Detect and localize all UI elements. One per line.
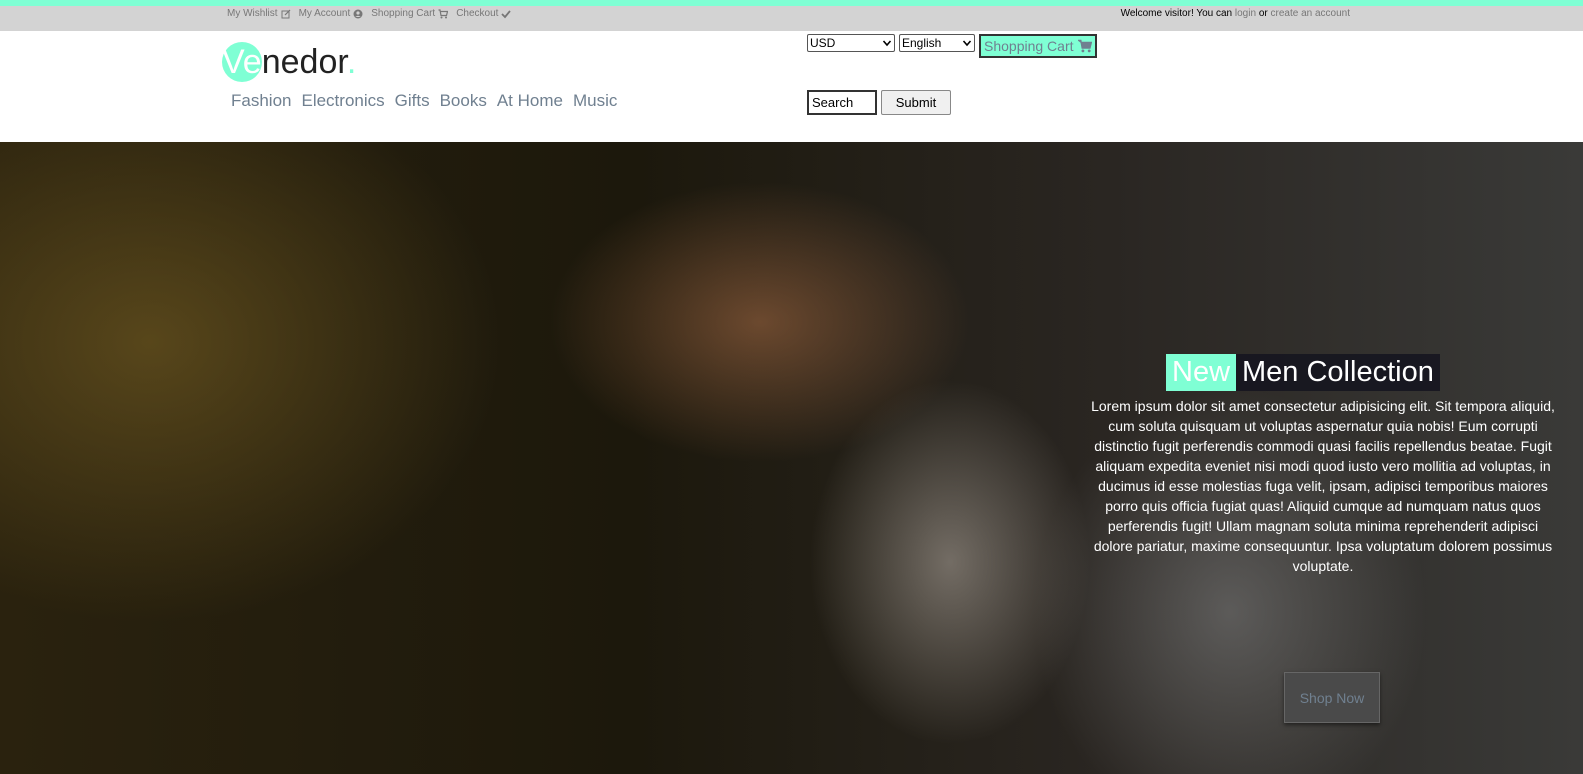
welcome-prefix: Welcome visitor! You can xyxy=(1120,8,1233,19)
nav-item-fashion[interactable]: Fashion xyxy=(231,91,291,111)
cart-icon xyxy=(1077,39,1092,53)
logo-dot: . xyxy=(346,43,357,81)
wishlist-link[interactable]: My Wishlist xyxy=(227,8,291,19)
edit-icon xyxy=(281,9,290,18)
topbar: My Wishlist My Account Shopping Cart Che… xyxy=(0,6,1583,31)
nav-item-music[interactable]: Music xyxy=(573,91,617,111)
currency-value: USD xyxy=(810,36,836,50)
create-account-link[interactable]: create an account xyxy=(1271,8,1351,19)
search-form: Submit xyxy=(807,90,951,115)
logo-ve: Ve xyxy=(222,43,262,81)
hero-title: New Men Collection xyxy=(1166,354,1440,391)
logo-text: Venedor. xyxy=(222,43,356,82)
shopping-cart-button[interactable]: Shopping Cart xyxy=(979,34,1097,58)
welcome-or: or xyxy=(1258,8,1268,19)
hero-title-highlight: New xyxy=(1166,354,1237,391)
checkout-label: Checkout xyxy=(456,8,499,19)
hero-title-rest: Men Collection xyxy=(1236,354,1440,391)
shop-now-button[interactable]: Shop Now xyxy=(1284,672,1380,723)
logo-rest: nedor xyxy=(261,43,347,81)
submit-button[interactable]: Submit xyxy=(881,90,951,115)
check-icon xyxy=(501,9,512,18)
currency-select[interactable]: USD xyxy=(807,34,895,52)
language-select[interactable]: English xyxy=(899,34,975,52)
topbar-cart-label: Shopping Cart xyxy=(371,8,436,19)
user-circle-icon xyxy=(353,9,363,18)
header: Venedor. Fashion Electronics Gifts Books… xyxy=(0,31,1583,142)
hero-description: Lorem ipsum dolor sit amet consectetur a… xyxy=(1091,398,1555,574)
hero-banner: New Men Collection Lorem ipsum dolor sit… xyxy=(0,142,1583,774)
topbar-cart-link[interactable]: Shopping Cart xyxy=(371,8,449,19)
wishlist-label: My Wishlist xyxy=(227,8,278,19)
account-label: My Account xyxy=(298,8,351,19)
chevron-down-icon xyxy=(882,40,892,47)
chevron-down-icon xyxy=(962,40,972,47)
main-nav: Fashion Electronics Gifts Books At Home … xyxy=(231,91,617,111)
search-input[interactable] xyxy=(807,90,877,115)
language-value: English xyxy=(902,36,942,50)
header-controls: USD English Shopping Cart xyxy=(807,34,1097,58)
login-link[interactable]: login xyxy=(1235,8,1256,19)
topbar-links: My Wishlist My Account Shopping Cart Che… xyxy=(227,8,512,19)
nav-item-books[interactable]: Books xyxy=(440,91,487,111)
checkout-link[interactable]: Checkout xyxy=(456,8,512,19)
nav-item-gifts[interactable]: Gifts xyxy=(395,91,430,111)
account-link[interactable]: My Account xyxy=(299,8,364,19)
welcome-message: Welcome visitor! You can login or create… xyxy=(1121,8,1350,19)
cart-icon xyxy=(438,8,449,18)
shopping-cart-label: Shopping Cart xyxy=(984,38,1074,54)
nav-item-electronics[interactable]: Electronics xyxy=(301,91,384,111)
nav-item-at-home[interactable]: At Home xyxy=(497,91,563,111)
